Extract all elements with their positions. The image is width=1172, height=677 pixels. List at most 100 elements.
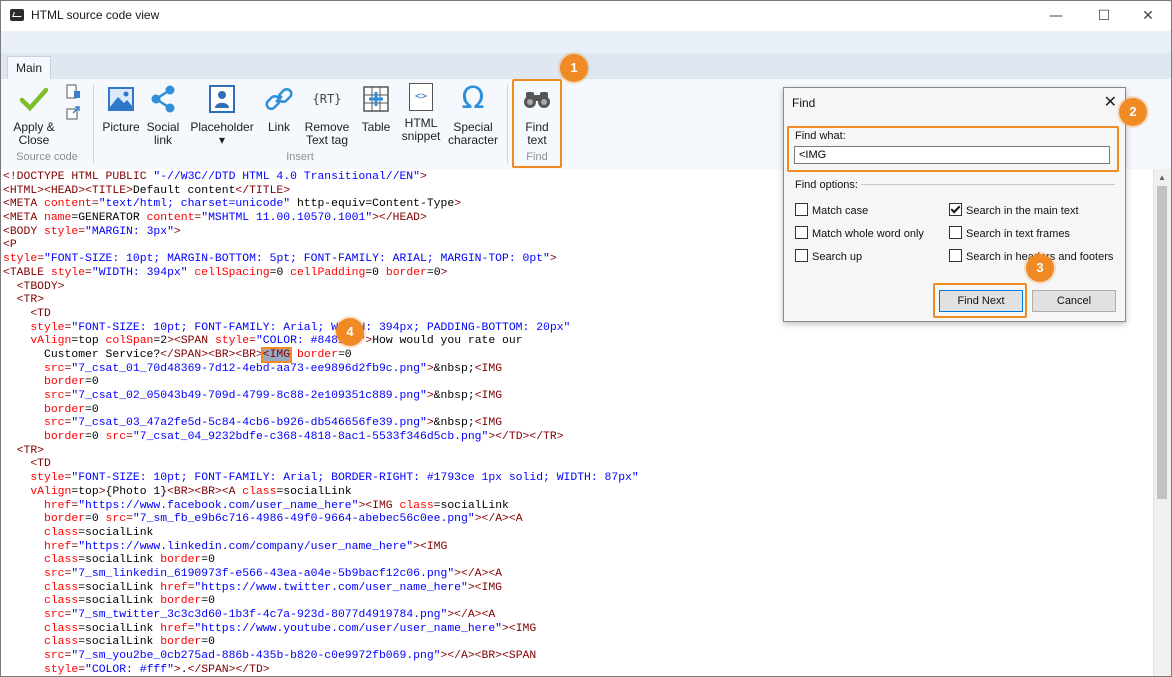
placeholder-icon	[206, 83, 238, 115]
code-line[interactable]: href="https://www.facebook.com/user_name…	[3, 500, 639, 514]
code-line[interactable]: style="FONT-SIZE: 10pt; MARGIN-BOTTOM: 5…	[3, 253, 639, 267]
link-button[interactable]: Link	[261, 83, 297, 134]
code-token: vAlign	[30, 485, 72, 498]
code-line[interactable]: <HTML><HEAD><TITLE>Default content</TITL…	[3, 185, 639, 199]
close-button[interactable]: ✕	[1125, 1, 1171, 31]
code-line[interactable]: <TABLE style="WIDTH: 394px" cellSpacing=…	[3, 267, 639, 281]
search-text-frames-checkbox[interactable]: Search in text frames	[949, 226, 1070, 240]
match-whole-word-checkbox[interactable]: Match whole word only	[795, 226, 924, 240]
social-link-button[interactable]: Social link	[143, 83, 183, 147]
remove-text-tag-button[interactable]: {RT} Remove Text tag	[301, 83, 353, 147]
dialog-close-icon[interactable]: ✕	[1104, 92, 1117, 111]
code-line[interactable]: border=0 src="7_sm_fb_e9b6c716-4986-49f0…	[3, 513, 639, 527]
code-line[interactable]: src="7_sm_twitter_3c3c3d60-1b3f-4c7a-923…	[3, 609, 639, 623]
code-token: style	[30, 321, 65, 334]
code-line[interactable]: vAlign=top>{Photo 1}<BR><BR><A class=soc…	[3, 486, 639, 500]
code-token: =0	[201, 554, 215, 567]
code-line[interactable]: <META content="text/html; charset=unicod…	[3, 198, 639, 212]
code-line[interactable]: border=0	[3, 376, 639, 390]
code-token: class	[44, 526, 79, 539]
code-line[interactable]: src="7_csat_02_05043b49-709d-4799-8c88-2…	[3, 390, 639, 404]
code-line[interactable]: <BODY style="MARGIN: 3px">	[3, 226, 639, 240]
code-line[interactable]: class=socialLink border=0	[3, 595, 639, 609]
code-token: How would you rate our	[372, 335, 523, 348]
code-token: "FONT-SIZE: 10pt; FONT-FAMILY: Arial; BO…	[71, 472, 639, 485]
code-line[interactable]: <TR>	[3, 445, 639, 459]
picture-button[interactable]: Picture	[99, 83, 143, 134]
code-line[interactable]: <TD	[3, 458, 639, 472]
code-line[interactable]: class=socialLink href="https://www.youtu…	[3, 623, 639, 637]
minimize-button[interactable]: —	[1033, 1, 1079, 31]
checkbox-label: Match case	[812, 205, 869, 217]
code-token: =GENERATOR	[71, 212, 147, 225]
code-line[interactable]: Customer Service?</SPAN><BR><BR><IMG bor…	[3, 346, 639, 363]
search-main-text-checkbox[interactable]: Search in the main text	[949, 203, 1079, 217]
table-button[interactable]: Table	[357, 83, 395, 134]
code-token: border	[290, 348, 338, 361]
code-line[interactable]: style="FONT-SIZE: 10pt; FONT-FAMILY: Ari…	[3, 322, 639, 336]
export-icon[interactable]	[65, 105, 81, 126]
code-token: </SPAN></TD>	[187, 663, 270, 676]
code-line[interactable]: <META name=GENERATOR content="MSHTML 11.…	[3, 212, 639, 226]
code-token: ><SPAN	[167, 335, 215, 348]
code-line[interactable]: <P	[3, 239, 639, 253]
code-line[interactable]: vAlign=top colSpan=2><SPAN style="COLOR:…	[3, 335, 639, 349]
code-token: border	[44, 431, 86, 444]
code-token: class	[44, 636, 79, 649]
cancel-button[interactable]: Cancel	[1032, 290, 1116, 312]
code-token: src	[44, 417, 65, 430]
code-line[interactable]: src="7_sm_linkedin_6190973f-e566-43ea-a0…	[3, 568, 639, 582]
apply-close-button[interactable]: Apply & Close	[9, 83, 59, 147]
code-token: =socialLink	[78, 622, 161, 635]
code-line[interactable]: style="FONT-SIZE: 10pt; FONT-FAMILY: Ari…	[3, 472, 639, 486]
code-line[interactable]: <!DOCTYPE HTML PUBLIC "-//W3C//DTD HTML …	[3, 171, 639, 185]
code-line[interactable]: <TBODY>	[3, 281, 639, 295]
code-line[interactable]: class=socialLink border=0	[3, 636, 639, 650]
code-line[interactable]: <TD	[3, 308, 639, 322]
match-case-checkbox[interactable]: Match case	[795, 203, 868, 217]
code-line[interactable]: border=0 src="7_csat_04_9232bdfe-c368-48…	[3, 431, 639, 445]
code-token: src	[44, 567, 65, 580]
search-up-checkbox[interactable]: Search up	[795, 249, 862, 263]
ribbon-separator	[507, 85, 508, 163]
share-icon	[147, 83, 179, 115]
html-snippet-button[interactable]: <> HTML snippet	[399, 83, 443, 143]
code-token: =0	[85, 513, 106, 526]
save-icon[interactable]	[65, 84, 81, 105]
code-token: border	[44, 376, 86, 389]
ribbon-separator	[93, 85, 94, 163]
scroll-up-icon[interactable]: ▲	[1157, 173, 1167, 183]
source-code-text[interactable]: <!DOCTYPE HTML PUBLIC "-//W3C//DTD HTML …	[3, 171, 639, 676]
step-badge-4: 4	[336, 318, 364, 346]
code-line[interactable]: style="COLOR: #fff">.</SPAN></TD>	[3, 663, 639, 676]
code-token: =top	[71, 335, 106, 348]
code-token: <TD	[30, 307, 51, 320]
maximize-button[interactable]: ☐	[1081, 1, 1127, 31]
code-line[interactable]: <TR>	[3, 294, 639, 308]
code-line[interactable]: href="https://www.linkedin.com/company/u…	[3, 541, 639, 555]
special-character-button[interactable]: Ω Special character	[445, 83, 501, 147]
scrollbar-thumb[interactable]	[1157, 186, 1167, 499]
code-line[interactable]: src="7_sm_you2be_0cb275ad-886b-435b-b820…	[3, 650, 639, 664]
code-line[interactable]: class=socialLink	[3, 527, 639, 541]
code-line[interactable]: src="7_csat_03_47a2fe5d-5c84-4cb6-b926-d…	[3, 417, 639, 431]
code-token: =	[91, 198, 99, 211]
code-token: ><IMG	[358, 499, 400, 512]
html-snippet-label-1: HTML	[404, 116, 438, 130]
remove-text-tag-label-2: Text tag	[305, 133, 349, 147]
checkbox-checked-icon	[949, 203, 962, 216]
code-token: >	[454, 198, 462, 211]
code-line[interactable]: class=socialLink href="https://www.twitt…	[3, 582, 639, 596]
code-token: &nbsp;	[433, 362, 475, 375]
code-line[interactable]: border=0	[3, 404, 639, 418]
code-line[interactable]: class=socialLink border=0	[3, 554, 639, 568]
code-line[interactable]: src="7_csat_01_70d48369-7d12-4ebd-aa73-e…	[3, 363, 639, 377]
placeholder-button[interactable]: Placeholder ▾	[187, 83, 257, 147]
code-token: <TR>	[16, 294, 45, 307]
tab-main[interactable]: Main	[7, 56, 51, 80]
group-label-insert: Insert	[286, 151, 314, 163]
